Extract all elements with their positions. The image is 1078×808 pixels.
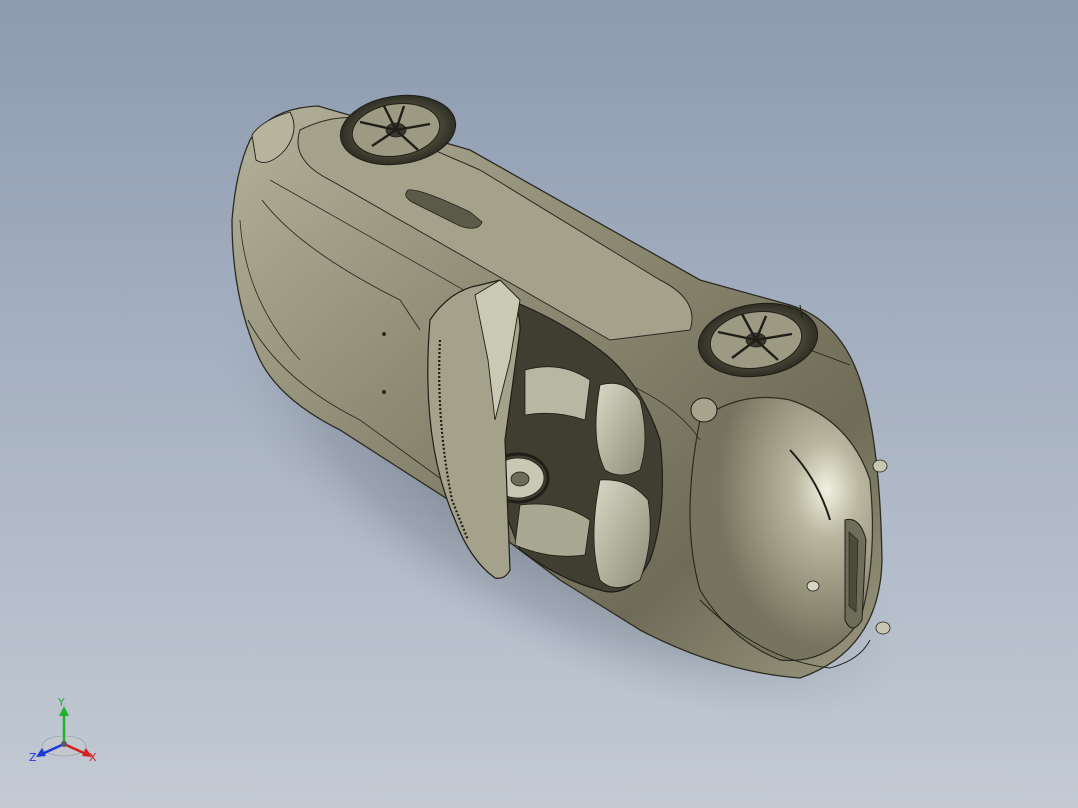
seat-rear	[593, 479, 651, 588]
dashboard	[524, 366, 591, 421]
headlight-upper	[872, 459, 888, 473]
body-bolt-1	[382, 332, 386, 336]
x-axis-label: X	[89, 751, 97, 764]
body-bolt-2	[382, 390, 386, 394]
car-model[interactable]	[0, 0, 1078, 808]
triad-origin	[61, 741, 67, 747]
graphics-viewport[interactable]: Y X Z	[0, 0, 1078, 808]
front-emblem	[806, 580, 820, 592]
seat-front	[595, 382, 646, 476]
y-axis-label: Y	[58, 696, 65, 709]
z-axis-label: Z	[29, 751, 37, 764]
headlight-lower	[875, 621, 891, 635]
fuel-cap	[690, 397, 718, 423]
